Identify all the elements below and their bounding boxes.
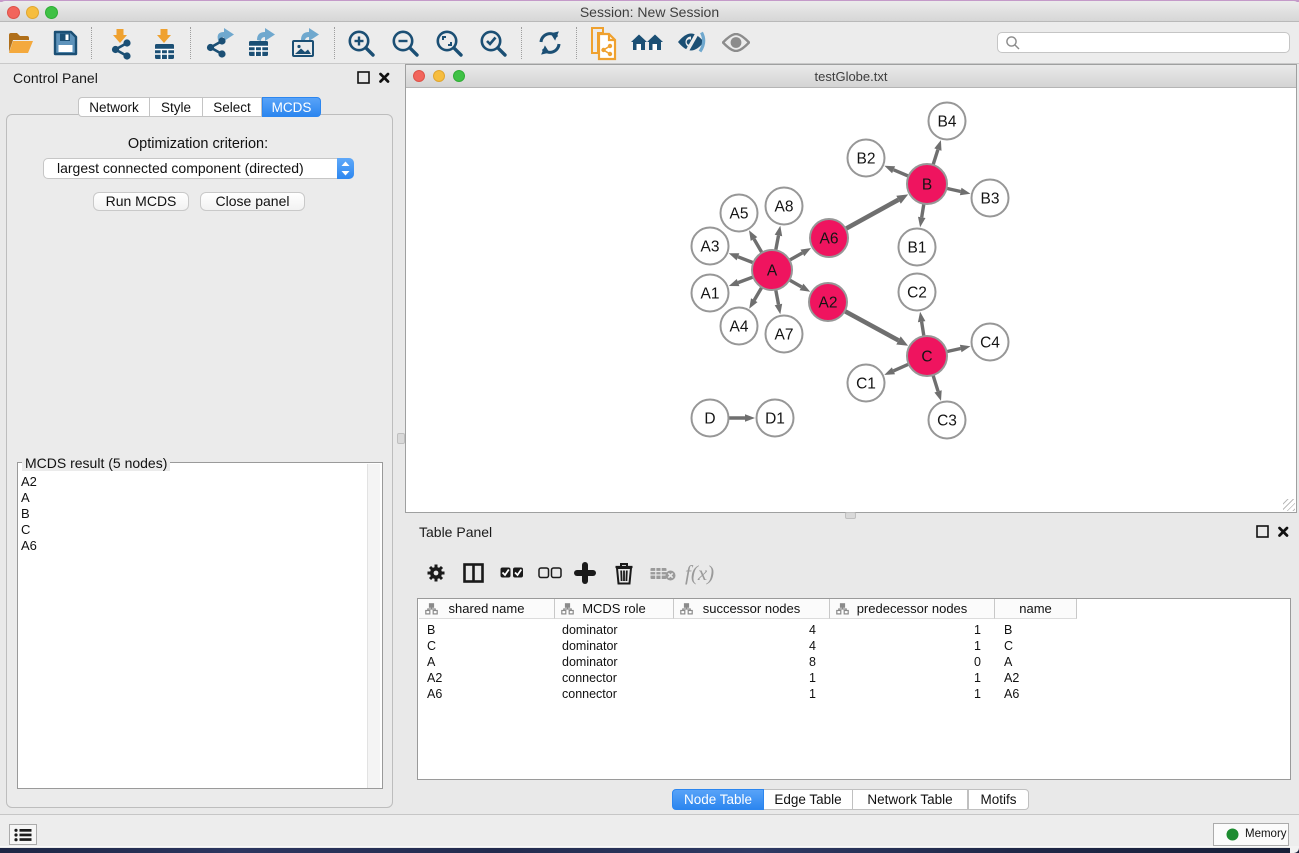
- svg-text:B4: B4: [938, 114, 957, 131]
- svg-text:C3: C3: [937, 413, 957, 430]
- svg-text:A: A: [767, 263, 778, 280]
- svg-text:D: D: [704, 411, 715, 428]
- svg-text:C2: C2: [907, 285, 927, 302]
- svg-text:D1: D1: [765, 411, 785, 428]
- svg-text:C4: C4: [980, 335, 1000, 352]
- svg-text:C: C: [921, 349, 932, 366]
- svg-text:B3: B3: [981, 191, 1000, 208]
- svg-text:A5: A5: [730, 206, 749, 223]
- svg-text:A6: A6: [820, 231, 839, 248]
- svg-text:A1: A1: [701, 286, 720, 303]
- svg-text:B1: B1: [908, 240, 927, 257]
- svg-text:B2: B2: [857, 151, 876, 168]
- svg-text:A3: A3: [701, 239, 720, 256]
- svg-text:A2: A2: [819, 295, 838, 312]
- svg-text:C1: C1: [856, 376, 876, 393]
- svg-text:A8: A8: [775, 199, 794, 216]
- svg-text:B: B: [922, 177, 932, 194]
- svg-text:A4: A4: [730, 319, 749, 336]
- svg-text:A7: A7: [775, 327, 794, 344]
